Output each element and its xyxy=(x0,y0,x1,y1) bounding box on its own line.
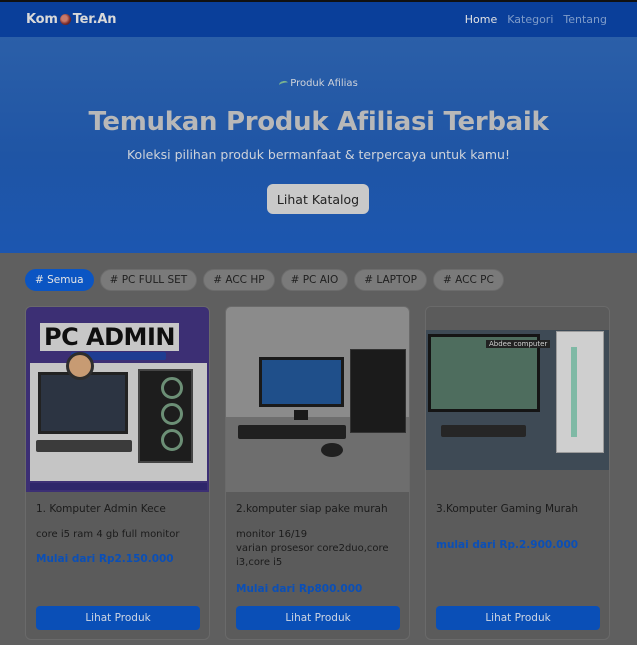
product-title: 3.Komputer Gaming Murah xyxy=(436,503,579,515)
hero-badge-text: Produk Afilias xyxy=(290,78,358,89)
keyboard-illustration xyxy=(36,440,132,452)
hero-section: Produk Afilias Temukan Produk Afiliasi T… xyxy=(0,37,637,253)
navbar: Kom Ter.An Home Kategori Tentang xyxy=(0,0,637,37)
product-price: mulai dari Rp.2.900.000 xyxy=(436,539,579,551)
product-title: 1. Komputer Admin Kece xyxy=(36,503,166,515)
brand-text-right: Ter.An xyxy=(72,12,117,27)
product-description: monitor 16/19 varian prosesor core2duo,c… xyxy=(236,529,389,568)
poster-title: PC ADMIN xyxy=(40,323,179,351)
keyboard-illustration xyxy=(238,425,346,439)
hero-subtitle: Koleksi pilihan produk bermanfaat & terp… xyxy=(126,147,510,162)
keyboard-illustration xyxy=(441,425,526,437)
rgb-strip xyxy=(571,347,577,437)
fan-icon xyxy=(161,377,183,399)
nav-link-home[interactable]: Home xyxy=(465,13,497,26)
filter-chip-pc-full-set[interactable]: # PC FULL SET xyxy=(99,269,198,291)
monitor-illustration xyxy=(259,357,344,407)
view-catalog-button[interactable]: Lihat Katalog xyxy=(267,184,369,214)
filter-chip-acc-hp[interactable]: # ACC HP xyxy=(203,269,275,291)
product-image[interactable]: Abdee computer xyxy=(426,307,609,492)
filter-chip-semua[interactable]: # Semua xyxy=(25,269,94,291)
fan-icon xyxy=(161,403,183,425)
globe-icon xyxy=(59,14,71,25)
product-title: 2.komputer siap pake murah xyxy=(236,503,388,515)
monitor-illustration xyxy=(38,372,128,434)
view-product-button[interactable]: Lihat Produk xyxy=(36,606,200,630)
filter-chip-acc-pc[interactable]: # ACC PC xyxy=(433,269,504,291)
product-price: Mulai dari Rp2.150.000 xyxy=(36,553,174,565)
nav-link-tentang[interactable]: Tentang xyxy=(563,13,607,26)
category-filters: # Semua # PC FULL SET # ACC HP # PC AIO … xyxy=(25,269,504,291)
view-product-button[interactable]: Lihat Produk xyxy=(436,606,600,630)
avatar-illustration xyxy=(66,352,94,380)
monitor-stand xyxy=(294,410,308,420)
nav-link-kategori[interactable]: Kategori xyxy=(507,13,553,26)
mouse-illustration xyxy=(321,443,343,457)
leaf-icon xyxy=(278,79,289,88)
monitor-caption: Abdee computer xyxy=(486,340,551,348)
product-card: Abdee computer 3.Komputer Gaming Murah m… xyxy=(425,306,610,640)
product-description: core i5 ram 4 gb full monitor xyxy=(36,529,180,540)
fan-icon xyxy=(161,429,183,451)
product-image[interactable]: PC ADMIN xyxy=(26,307,209,492)
product-card: PC ADMIN 1. Komputer Admin Kece core i5 … xyxy=(25,306,210,640)
brand-text-left: Kom xyxy=(26,12,58,27)
filter-chip-laptop[interactable]: # LAPTOP xyxy=(354,269,428,291)
view-product-button[interactable]: Lihat Produk xyxy=(236,606,400,630)
nav-links: Home Kategori Tentang xyxy=(465,13,607,26)
hero-title: Temukan Produk Afiliasi Terbaik xyxy=(88,107,549,137)
product-card: 2.komputer siap pake murah monitor 16/19… xyxy=(225,306,410,640)
poster-footer xyxy=(30,483,207,490)
pc-tower-illustration xyxy=(556,331,604,453)
filter-chip-pc-aio[interactable]: # PC AIO xyxy=(280,269,349,291)
brand-logo-link[interactable]: Kom Ter.An xyxy=(26,12,117,27)
hero-badge: Produk Afilias xyxy=(0,78,637,89)
product-price: Mulai dari Rp800.000 xyxy=(236,583,363,595)
pc-tower-illustration xyxy=(350,349,406,433)
product-image[interactable] xyxy=(226,307,409,492)
